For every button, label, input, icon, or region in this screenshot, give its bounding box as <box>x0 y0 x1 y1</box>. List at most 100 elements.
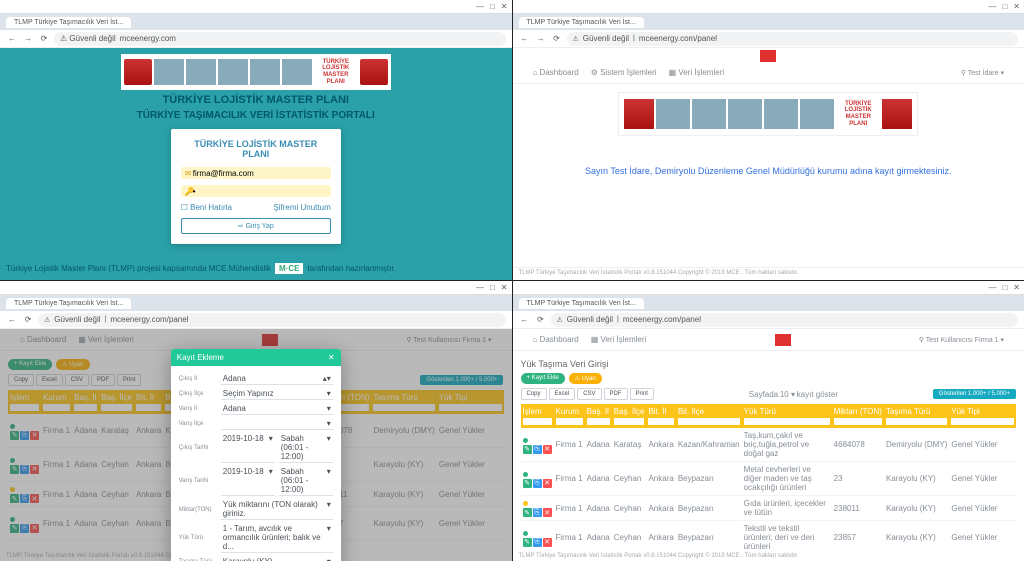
col-Miktarı (TON)[interactable]: Miktarı (TON) <box>832 404 884 428</box>
reload-icon[interactable]: ⟳ <box>38 33 50 45</box>
col-Yük Tipi[interactable]: Yük Tipi <box>949 404 1016 428</box>
field-input[interactable]: Adana▴▾ <box>221 373 333 385</box>
nav-dashboard[interactable]: ⌂ Dashboard <box>533 68 579 77</box>
col-Yük Türü[interactable]: Yük Türü <box>742 404 832 428</box>
excel-button[interactable]: Excel <box>549 388 576 400</box>
row-edit-button[interactable]: ✎ <box>523 445 532 454</box>
row-delete-button[interactable]: ✕ <box>543 538 552 547</box>
add-record-button[interactable]: + Kayıt Ekle <box>521 373 565 384</box>
user-menu[interactable]: ⚲ Test İdare ▾ <box>961 69 1004 77</box>
reload-icon[interactable]: ⟳ <box>551 33 563 45</box>
time-input[interactable]: Sabah (06:01 - 12:00)▾ <box>279 466 333 496</box>
row-edit-button[interactable]: ✎ <box>523 538 532 547</box>
row-edit-button[interactable]: ✎ <box>523 479 532 488</box>
card-title: TÜRKİYE LOJİSTİK MASTER PLANI <box>181 139 331 159</box>
key-icon: 🔑 <box>185 187 193 196</box>
field-input[interactable]: 1 - Tarım, avcılık ve ormancılık ürünler… <box>221 523 333 553</box>
pdf-button[interactable]: PDF <box>604 388 628 400</box>
table-row: ✎⎘✕Firma 1AdanaKarataşAnkaraKazan/Kahram… <box>521 428 1017 462</box>
modal-close-icon[interactable]: ✕ <box>328 353 335 362</box>
field-input[interactable]: Yük miktarını (TON olarak) giriniz.▾ <box>221 499 333 520</box>
browser-tab[interactable]: TLMP Türkiye Taşımacılık Veri İst... <box>6 298 131 309</box>
csv-button[interactable]: CSV <box>577 388 601 400</box>
remember-me-checkbox[interactable]: ☐ Beni Hatırla <box>181 203 232 212</box>
col-İşlem[interactable]: İşlem <box>521 404 554 428</box>
row-delete-button[interactable]: ✕ <box>543 479 552 488</box>
col-Kurum[interactable]: Kurum <box>554 404 585 428</box>
column-filter-input[interactable] <box>614 418 645 425</box>
warn-button[interactable]: ⚠ Uyarı <box>569 373 602 384</box>
back-icon[interactable]: ← <box>519 314 531 326</box>
column-filter-input[interactable] <box>834 418 882 425</box>
date-input[interactable]: 2019-10-18▾ <box>221 433 275 463</box>
forward-icon[interactable]: → <box>22 33 34 45</box>
date-input[interactable]: 2019-10-18▾ <box>221 466 275 496</box>
address-bar[interactable]: ⚠ Güvenli değil | mceenergy.com/panel <box>567 32 1019 46</box>
row-view-button[interactable]: ⎘ <box>533 445 542 454</box>
min-icon[interactable]: — <box>988 2 996 11</box>
col-Baş. İl[interactable]: Baş. İl <box>585 404 612 428</box>
add-record-modal: Kayıt Ekleme✕ Çıkış İlAdana▴▾Çıkış İlçeS… <box>171 349 341 561</box>
nav-dashboard[interactable]: ⌂ Dashboard <box>533 335 579 344</box>
browser-tab[interactable]: TLMP Türkiye Taşımacılık Veri İst... <box>519 17 644 28</box>
field-label: Varış İlçe <box>179 421 221 427</box>
password-field[interactable]: 🔑 • <box>181 185 331 197</box>
banner-text: TÜRKİYE LOJİSTİK MASTER PLANI <box>314 59 358 85</box>
forgot-password-link[interactable]: Şifremi Unuttum <box>273 203 330 212</box>
field-input[interactable]: Seçim Yapınız▾ <box>221 388 333 400</box>
banner-photo-5 <box>282 59 312 85</box>
nav-data[interactable]: ▦ Veri İşlemleri <box>669 68 725 77</box>
row-delete-button[interactable]: ✕ <box>543 445 552 454</box>
col-Bit. İl[interactable]: Bit. İl <box>646 404 675 428</box>
window-controls: — □ ✕ <box>513 0 1024 14</box>
row-delete-button[interactable]: ✕ <box>543 508 552 517</box>
col-Taşıma Türü[interactable]: Taşıma Türü <box>884 404 949 428</box>
min-icon[interactable]: — <box>476 2 484 11</box>
reload-icon[interactable]: ⟳ <box>22 314 34 326</box>
column-filter-input[interactable] <box>587 418 610 425</box>
print-button[interactable]: Print <box>630 388 654 400</box>
column-filter-input[interactable] <box>744 418 830 425</box>
time-input[interactable]: Sabah (06:01 - 12:00)▾ <box>279 433 333 463</box>
browser-tab[interactable]: TLMP Türkiye Taşımacılık Veri İst... <box>6 17 131 28</box>
status-dot <box>523 472 528 477</box>
forward-icon[interactable]: → <box>535 33 547 45</box>
row-edit-button[interactable]: ✎ <box>523 508 532 517</box>
max-icon[interactable]: □ <box>1002 2 1007 11</box>
back-icon[interactable]: ← <box>6 314 18 326</box>
user-menu[interactable]: ⚲ Test Kullanıcısı Firma 1 ▾ <box>919 336 1004 344</box>
back-icon[interactable]: ← <box>519 33 531 45</box>
field-input[interactable]: Karayolu (KY)▾ <box>221 556 333 561</box>
col-Bit. İlçe[interactable]: Bit. İlçe <box>676 404 742 428</box>
status-dot <box>523 438 528 443</box>
back-icon[interactable]: ← <box>6 33 18 45</box>
nav-data[interactable]: ▦ Veri İşlemleri <box>591 335 647 344</box>
max-icon[interactable]: □ <box>490 2 495 11</box>
column-filter-input[interactable] <box>556 418 583 425</box>
copy-button[interactable]: Copy <box>521 388 547 400</box>
field-input[interactable]: ▾ <box>221 418 333 430</box>
address-bar[interactable]: ⚠ Güvenli değil | mceenergy.com/panel <box>38 313 506 327</box>
email-field[interactable]: ✉ firma@firma.com <box>181 167 331 179</box>
column-filter-input[interactable] <box>523 418 552 425</box>
column-filter-input[interactable] <box>648 418 673 425</box>
column-filter-input[interactable] <box>951 418 1014 425</box>
address-bar[interactable]: ⚠ Güvenli değil mceenergy.com <box>54 32 506 46</box>
nav-system[interactable]: ⚙ Sistem İşlemleri <box>591 68 657 77</box>
banner-photo-4 <box>250 59 280 85</box>
login-button[interactable]: ⇨ Giriş Yap <box>181 218 331 234</box>
status-dot <box>523 531 528 536</box>
close-icon[interactable]: ✕ <box>1013 2 1020 11</box>
address-bar[interactable]: ⚠ Güvenli değil | mceenergy.com/panel <box>551 313 1019 327</box>
col-Baş. İlçe[interactable]: Baş. İlçe <box>612 404 647 428</box>
row-view-button[interactable]: ⎘ <box>533 479 542 488</box>
field-label: Çıkış İl <box>179 376 221 382</box>
row-view-button[interactable]: ⎘ <box>533 508 542 517</box>
column-filter-input[interactable] <box>678 418 740 425</box>
reload-icon[interactable]: ⟳ <box>535 314 547 326</box>
field-input[interactable]: Adana▾ <box>221 403 333 415</box>
close-icon[interactable]: ✕ <box>501 2 508 11</box>
column-filter-input[interactable] <box>886 418 947 425</box>
browser-tab[interactable]: TLMP Türkiye Taşımacılık Veri İst... <box>519 298 644 309</box>
row-view-button[interactable]: ⎘ <box>533 538 542 547</box>
